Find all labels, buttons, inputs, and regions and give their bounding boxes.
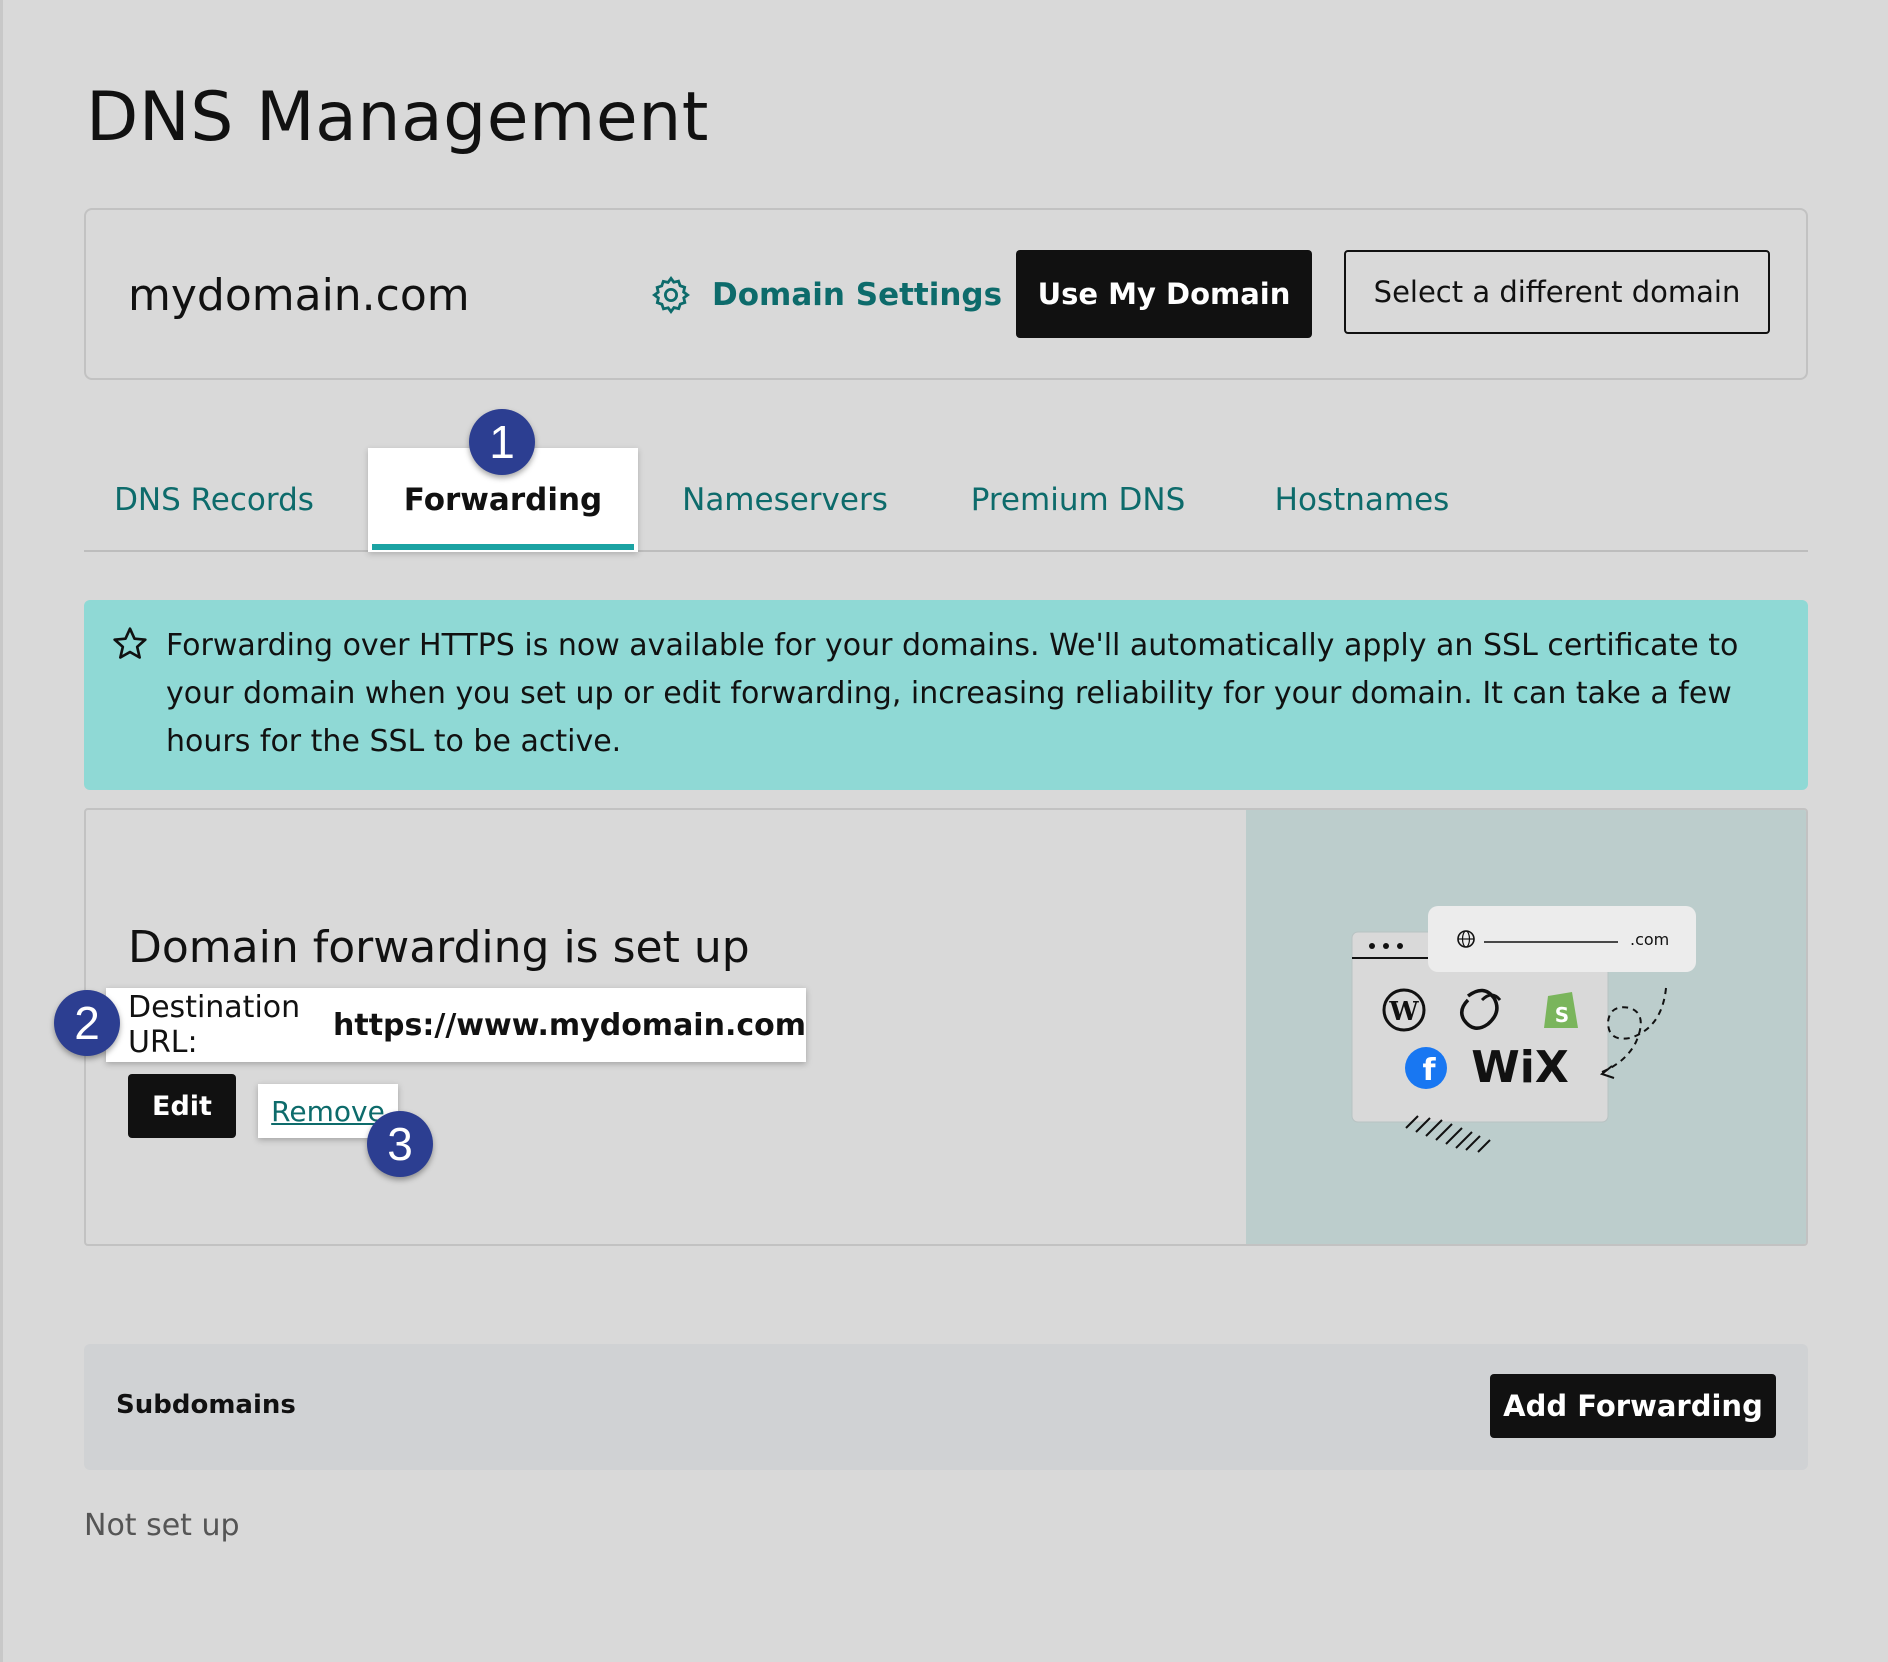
domain-name: mydomain.com — [128, 270, 470, 321]
svg-text:S: S — [1555, 1003, 1569, 1027]
star-icon — [113, 627, 147, 659]
browser-dot-3 — [1397, 943, 1403, 949]
domain-settings-link[interactable]: Domain Settings — [650, 272, 1002, 318]
forwarding-status-title: Domain forwarding is set up — [128, 922, 750, 973]
svg-text:W: W — [1388, 997, 1419, 1027]
step-badge-1: 1 — [469, 409, 535, 475]
forwarding-panel: Domain forwarding is set up Destination … — [84, 808, 1808, 1246]
https-info-banner: Forwarding over HTTPS is now available f… — [84, 600, 1808, 790]
wix-logo-text: WiX — [1471, 1042, 1569, 1093]
page: DNS Management mydomain.com Domain Setti… — [0, 0, 1888, 1662]
subdomains-section: Subdomains Add Forwarding — [84, 1344, 1808, 1470]
step-badge-3: 3 — [367, 1111, 433, 1177]
forwarding-illustration: .com W S f WiX — [1246, 810, 1806, 1244]
gear-icon — [652, 276, 690, 314]
dashed-arrow-path — [1601, 987, 1667, 1073]
tab-hostnames[interactable]: Hostnames — [1252, 448, 1472, 552]
tab-dns-records[interactable]: DNS Records — [104, 448, 324, 552]
add-forwarding-button[interactable]: Add Forwarding — [1490, 1374, 1776, 1438]
page-title: DNS Management — [86, 78, 709, 157]
subdomains-status: Not set up — [84, 1508, 240, 1543]
destination-url-box: Destination URL: https://www.mydomain.co… — [106, 988, 806, 1062]
forwarding-illustration-svg: .com W S f WiX — [1351, 906, 1696, 1153]
tab-nameservers[interactable]: Nameservers — [670, 448, 900, 552]
tab-bar: DNS Records Forwarding Nameservers Premi… — [84, 448, 1808, 552]
remove-forwarding-link[interactable]: Remove — [271, 1095, 385, 1128]
domain-card: mydomain.com Domain Settings Use My Doma… — [84, 208, 1808, 380]
edit-forwarding-button[interactable]: Edit — [128, 1074, 236, 1138]
subdomains-title: Subdomains — [116, 1390, 296, 1420]
destination-url-value: https://www.mydomain.com — [333, 1007, 806, 1043]
facebook-logo-icon: f — [1405, 1047, 1447, 1089]
destination-url-label: Destination URL: — [128, 990, 301, 1060]
browser-dot-1 — [1369, 943, 1375, 949]
page-edge — [0, 0, 3, 1662]
step-badge-2: 2 — [54, 990, 120, 1056]
svg-text:f: f — [1422, 1053, 1436, 1088]
tab-premium-dns[interactable]: Premium DNS — [958, 448, 1198, 552]
domain-settings-label: Domain Settings — [712, 277, 1003, 313]
use-my-domain-button[interactable]: Use My Domain — [1016, 250, 1312, 338]
url-suffix-text: .com — [1630, 930, 1669, 949]
browser-dot-2 — [1383, 943, 1389, 949]
banner-text: Forwarding over HTTPS is now available f… — [166, 628, 1739, 759]
select-different-domain-button[interactable]: Select a different domain — [1344, 250, 1770, 334]
